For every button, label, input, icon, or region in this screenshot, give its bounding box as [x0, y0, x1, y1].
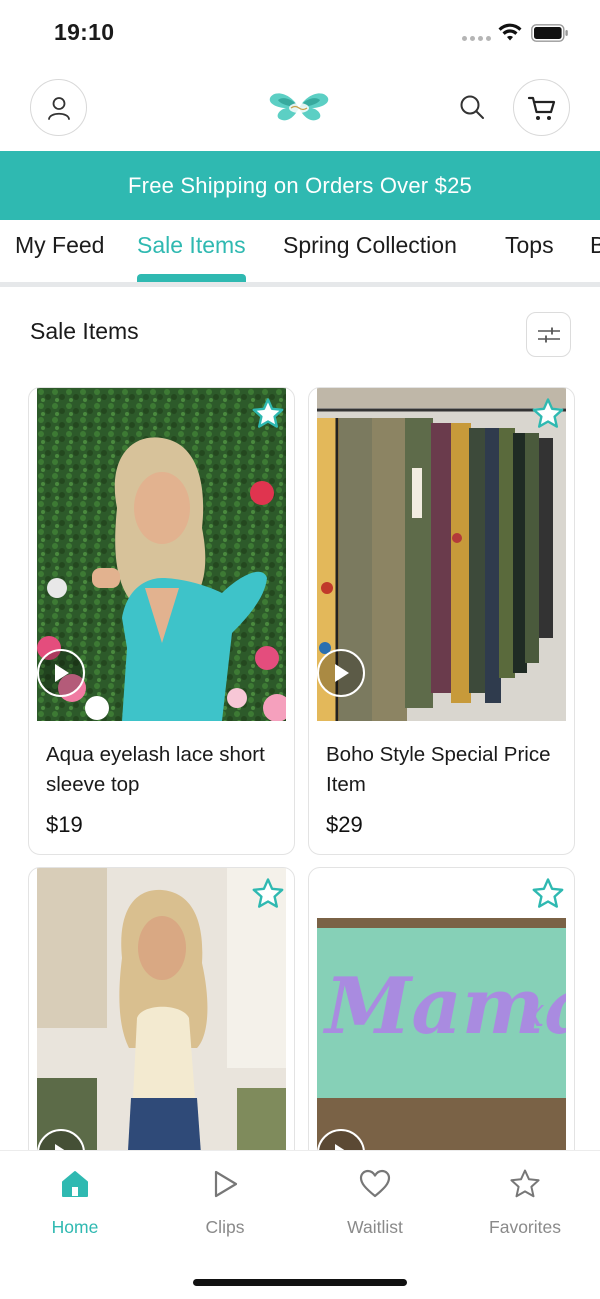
nav-home[interactable]: Home — [15, 1167, 135, 1247]
tab-tops[interactable]: Tops — [505, 232, 554, 282]
product-image[interactable] — [37, 868, 286, 1166]
nav-favorites[interactable]: Favorites — [465, 1167, 585, 1247]
tab-spring-collection[interactable]: Spring Collection — [283, 232, 457, 282]
app-header — [0, 66, 600, 150]
promo-banner-text: Free Shipping on Orders Over $25 — [128, 172, 472, 198]
product-card[interactable]: Mama x — [308, 867, 575, 1167]
product-card[interactable] — [28, 867, 295, 1167]
search-icon — [460, 95, 484, 119]
product-price: $19 — [46, 812, 83, 837]
play-icon — [335, 664, 349, 682]
cart-button[interactable] — [513, 79, 570, 136]
tab-next-partial[interactable]: B — [590, 232, 600, 282]
user-icon — [47, 96, 70, 120]
play-icon — [214, 1170, 238, 1198]
favorite-star-icon[interactable] — [531, 397, 565, 431]
product-title: Aqua eyelash lace short sleeve top — [46, 743, 265, 796]
play-video-button[interactable] — [317, 649, 365, 697]
nav-waitlist[interactable]: Waitlist — [315, 1167, 435, 1247]
tab-my-feed[interactable]: My Feed — [15, 232, 104, 282]
favorite-star-icon[interactable] — [531, 877, 565, 911]
category-tabs: My Feed Sale Items Spring Collection Top… — [0, 220, 600, 282]
home-icon — [62, 1171, 88, 1197]
nav-label: Home — [51, 1217, 99, 1237]
star-icon — [510, 1169, 540, 1198]
butterfly-logo — [269, 93, 329, 121]
cart-icon — [527, 96, 555, 120]
filter-button[interactable] — [526, 312, 571, 357]
active-tab-indicator — [137, 274, 246, 282]
promo-banner[interactable]: Free Shipping on Orders Over $25 — [0, 151, 600, 220]
nav-clips[interactable]: Clips — [165, 1167, 285, 1247]
sliders-icon — [537, 327, 560, 342]
tab-sale-items[interactable]: Sale Items — [137, 232, 246, 282]
nav-label: Clips — [205, 1217, 245, 1237]
tabs-divider — [0, 282, 600, 287]
product-card[interactable]: Aqua eyelash lace short sleeve top $19 — [28, 387, 295, 855]
product-price: $29 — [326, 812, 363, 837]
status-time: 19:10 — [54, 19, 115, 45]
tab-label: Sale Items — [137, 232, 246, 258]
home-indicator — [193, 1279, 407, 1286]
play-video-button[interactable] — [37, 649, 85, 697]
profile-button[interactable] — [30, 79, 87, 136]
bottom-navigation: Home Clips Waitlist Favorites — [0, 1150, 600, 1299]
search-button[interactable] — [456, 91, 488, 123]
play-icon — [55, 664, 69, 682]
wifi-icon — [498, 23, 522, 41]
product-title: Boho Style Special Price Item — [326, 743, 551, 796]
battery-icon — [531, 24, 568, 42]
favorite-star-icon[interactable] — [251, 397, 285, 431]
tab-label: Tops — [505, 232, 554, 258]
signal-dots-icon — [462, 36, 491, 41]
tab-label: Spring Collection — [283, 232, 457, 258]
product-image[interactable]: Mama x — [317, 918, 566, 1166]
tab-label: B — [590, 232, 600, 258]
favorite-star-icon[interactable] — [251, 877, 285, 911]
product-card[interactable]: Boho Style Special Price Item $29 — [308, 387, 575, 855]
tab-label: My Feed — [15, 232, 105, 258]
section-title: Sale Items — [30, 318, 139, 344]
heart-icon — [359, 1169, 391, 1198]
nav-label: Waitlist — [347, 1217, 403, 1237]
nav-label: Favorites — [489, 1217, 561, 1237]
svg-text:x: x — [522, 990, 545, 1036]
status-bar: 19:10 — [0, 0, 600, 66]
